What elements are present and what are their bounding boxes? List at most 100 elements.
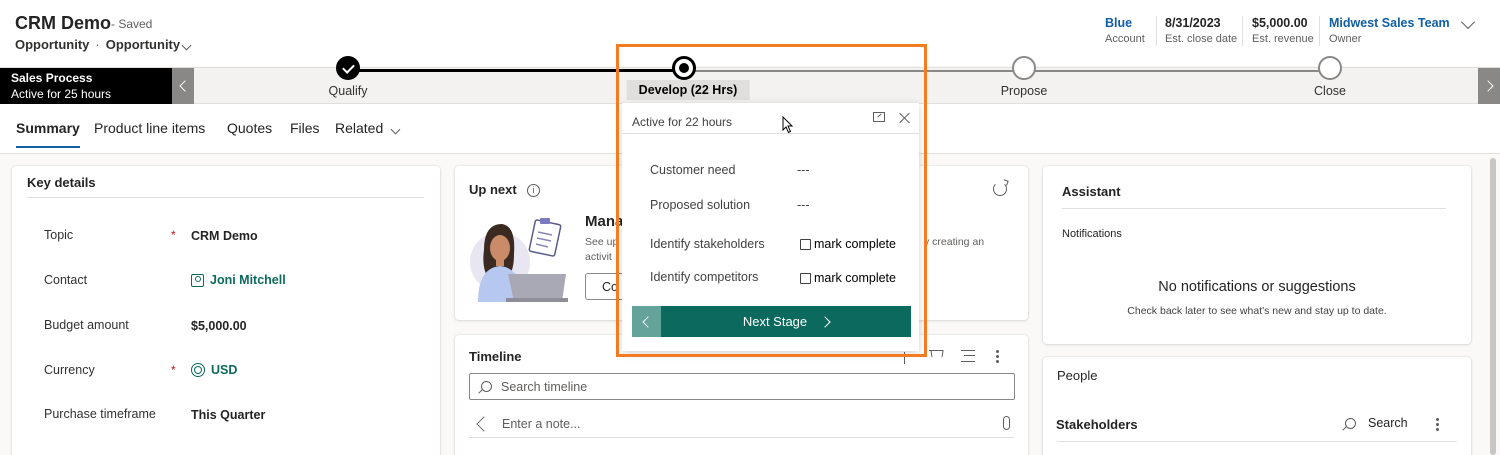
topic-field[interactable]: CRM Demo [191, 229, 258, 243]
stakeholders-mark-complete-checkbox[interactable]: mark complete [800, 237, 896, 251]
budget-field[interactable]: $5,000.00 [191, 319, 247, 333]
required-marker: * [171, 363, 176, 377]
stage-close-label[interactable]: Close [1314, 84, 1346, 98]
chevron-down-icon [181, 40, 192, 51]
more-options-icon[interactable] [996, 350, 999, 363]
purchase-timeframe-field[interactable]: This Quarter [191, 408, 265, 422]
close-date-value: 8/31/2023 [1165, 16, 1221, 30]
search-icon [1345, 417, 1356, 429]
stage-develop-marker[interactable] [672, 56, 696, 80]
assistant-illustration [470, 218, 568, 302]
divider [1062, 208, 1446, 209]
contact-value[interactable]: Joni Mitchell [210, 273, 286, 287]
header-field-revenue: $5,000.00 Est. revenue [1252, 16, 1314, 45]
step-label-proposed-solution: Proposed solution [650, 198, 751, 212]
attachment-icon[interactable] [1003, 416, 1010, 430]
flyout-active-duration: Active for 22 hours [632, 115, 733, 129]
refresh-icon[interactable] [993, 182, 1007, 196]
field-label-budget: Budget amount [44, 318, 129, 332]
add-divider [904, 352, 905, 364]
header-divider [1242, 16, 1243, 46]
empty-state-title: No notifications or suggestions [1158, 279, 1356, 295]
page-scrollbar[interactable] [1490, 158, 1496, 455]
contact-icon [191, 273, 204, 287]
filter-icon[interactable] [929, 349, 943, 363]
next-stage-label: Next Stage [742, 314, 808, 329]
required-marker: * [171, 228, 176, 242]
step-label-identify-stakeholders: Identify stakeholders [650, 237, 765, 251]
stakeholders-title: Stakeholders [1056, 417, 1138, 432]
chevron-down-icon [390, 124, 401, 135]
close-date-label: Est. close date [1165, 33, 1238, 45]
dock-flyout-icon[interactable] [873, 112, 885, 122]
process-prev-button[interactable] [172, 68, 194, 104]
form-selector[interactable]: Opportunity [106, 37, 192, 52]
search-label: Search [1368, 416, 1408, 430]
proposed-solution-field[interactable]: --- [797, 198, 810, 212]
tab-product-line-items[interactable]: Product line items [94, 120, 205, 136]
stage-propose-label[interactable]: Propose [1001, 84, 1048, 98]
more-options-icon[interactable] [1436, 418, 1439, 431]
currency-field[interactable]: USD [191, 363, 237, 377]
sort-list-icon[interactable] [961, 350, 975, 362]
tab-summary[interactable]: Summary [16, 120, 80, 148]
stakeholders-search-button[interactable]: Search [1345, 416, 1408, 430]
account-label: Account [1105, 33, 1145, 45]
owner-value[interactable]: Midwest Sales Team [1329, 16, 1450, 30]
stage-qualify-marker[interactable] [336, 56, 360, 80]
divider [1057, 441, 1457, 442]
header-field-close-date: 8/31/2023 Est. close date [1165, 16, 1237, 45]
field-label-currency: Currency [44, 363, 95, 377]
timeline-note-input[interactable]: Enter a note... [469, 410, 1014, 438]
customer-need-field[interactable]: --- [797, 163, 810, 177]
process-line-pending [684, 70, 1330, 72]
up-next-heading: Mana [585, 213, 624, 230]
process-duration: Active for 25 hours [11, 87, 112, 101]
checkbox-label: mark complete [814, 271, 896, 285]
tab-files[interactable]: Files [290, 120, 320, 136]
pencil-icon [476, 415, 492, 432]
field-label-contact: Contact [44, 273, 88, 287]
previous-stage-button[interactable] [632, 306, 661, 337]
timeline-search-input[interactable]: Search timeline [469, 373, 1015, 400]
step-label-identify-competitors: Identify competitors [650, 270, 759, 284]
process-label[interactable]: Sales Process Active for 25 hours [0, 68, 172, 104]
process-next-button[interactable] [1478, 68, 1500, 104]
stage-develop-label[interactable]: Develop (22 Hrs) [626, 80, 750, 100]
process-line-complete [348, 69, 684, 72]
empty-state-text: Check back later to see what's new and s… [1127, 305, 1387, 317]
info-icon[interactable]: i [527, 184, 540, 197]
assistant-title: Assistant [1062, 184, 1121, 199]
close-icon[interactable] [898, 111, 912, 125]
budget-value: $5,000.00 [191, 319, 247, 333]
competitors-mark-complete-checkbox[interactable]: mark complete [800, 271, 896, 285]
entity-name: Opportunity [15, 37, 90, 52]
chevron-left-icon [642, 315, 654, 328]
account-value[interactable]: Blue [1105, 16, 1145, 30]
chevron-right-icon [1481, 80, 1494, 92]
key-details-title: Key details [27, 175, 96, 190]
search-icon [481, 381, 492, 392]
business-process-bar: Sales Process Active for 25 hours Qualif… [0, 56, 1500, 104]
next-stage-button[interactable]: Next Stage [661, 306, 911, 337]
header-divider [1319, 16, 1320, 46]
tab-quotes[interactable]: Quotes [227, 120, 272, 136]
revenue-label: Est. revenue [1252, 33, 1314, 45]
up-next-text-start: See up [585, 236, 619, 248]
checkbox[interactable] [800, 272, 811, 284]
checkbox-label: mark complete [814, 237, 896, 251]
chevron-right-icon [819, 315, 831, 328]
up-next-text-end: y creating an [924, 236, 985, 248]
checkbox[interactable] [800, 238, 811, 250]
currency-value[interactable]: USD [211, 363, 237, 377]
expand-header-chevron-icon[interactable] [1460, 14, 1476, 30]
header-field-owner[interactable]: Midwest Sales Team Owner [1329, 16, 1450, 45]
header-field-account[interactable]: Blue Account [1105, 16, 1145, 45]
tab-related[interactable]: Related [335, 120, 401, 136]
separator-dot: · [95, 37, 100, 52]
contact-field[interactable]: Joni Mitchell [191, 273, 286, 287]
stage-qualify-label[interactable]: Qualify [329, 84, 368, 98]
stage-close-marker[interactable] [1318, 56, 1342, 80]
timeline-title: Timeline [469, 349, 522, 364]
stage-propose-marker[interactable] [1012, 56, 1036, 80]
